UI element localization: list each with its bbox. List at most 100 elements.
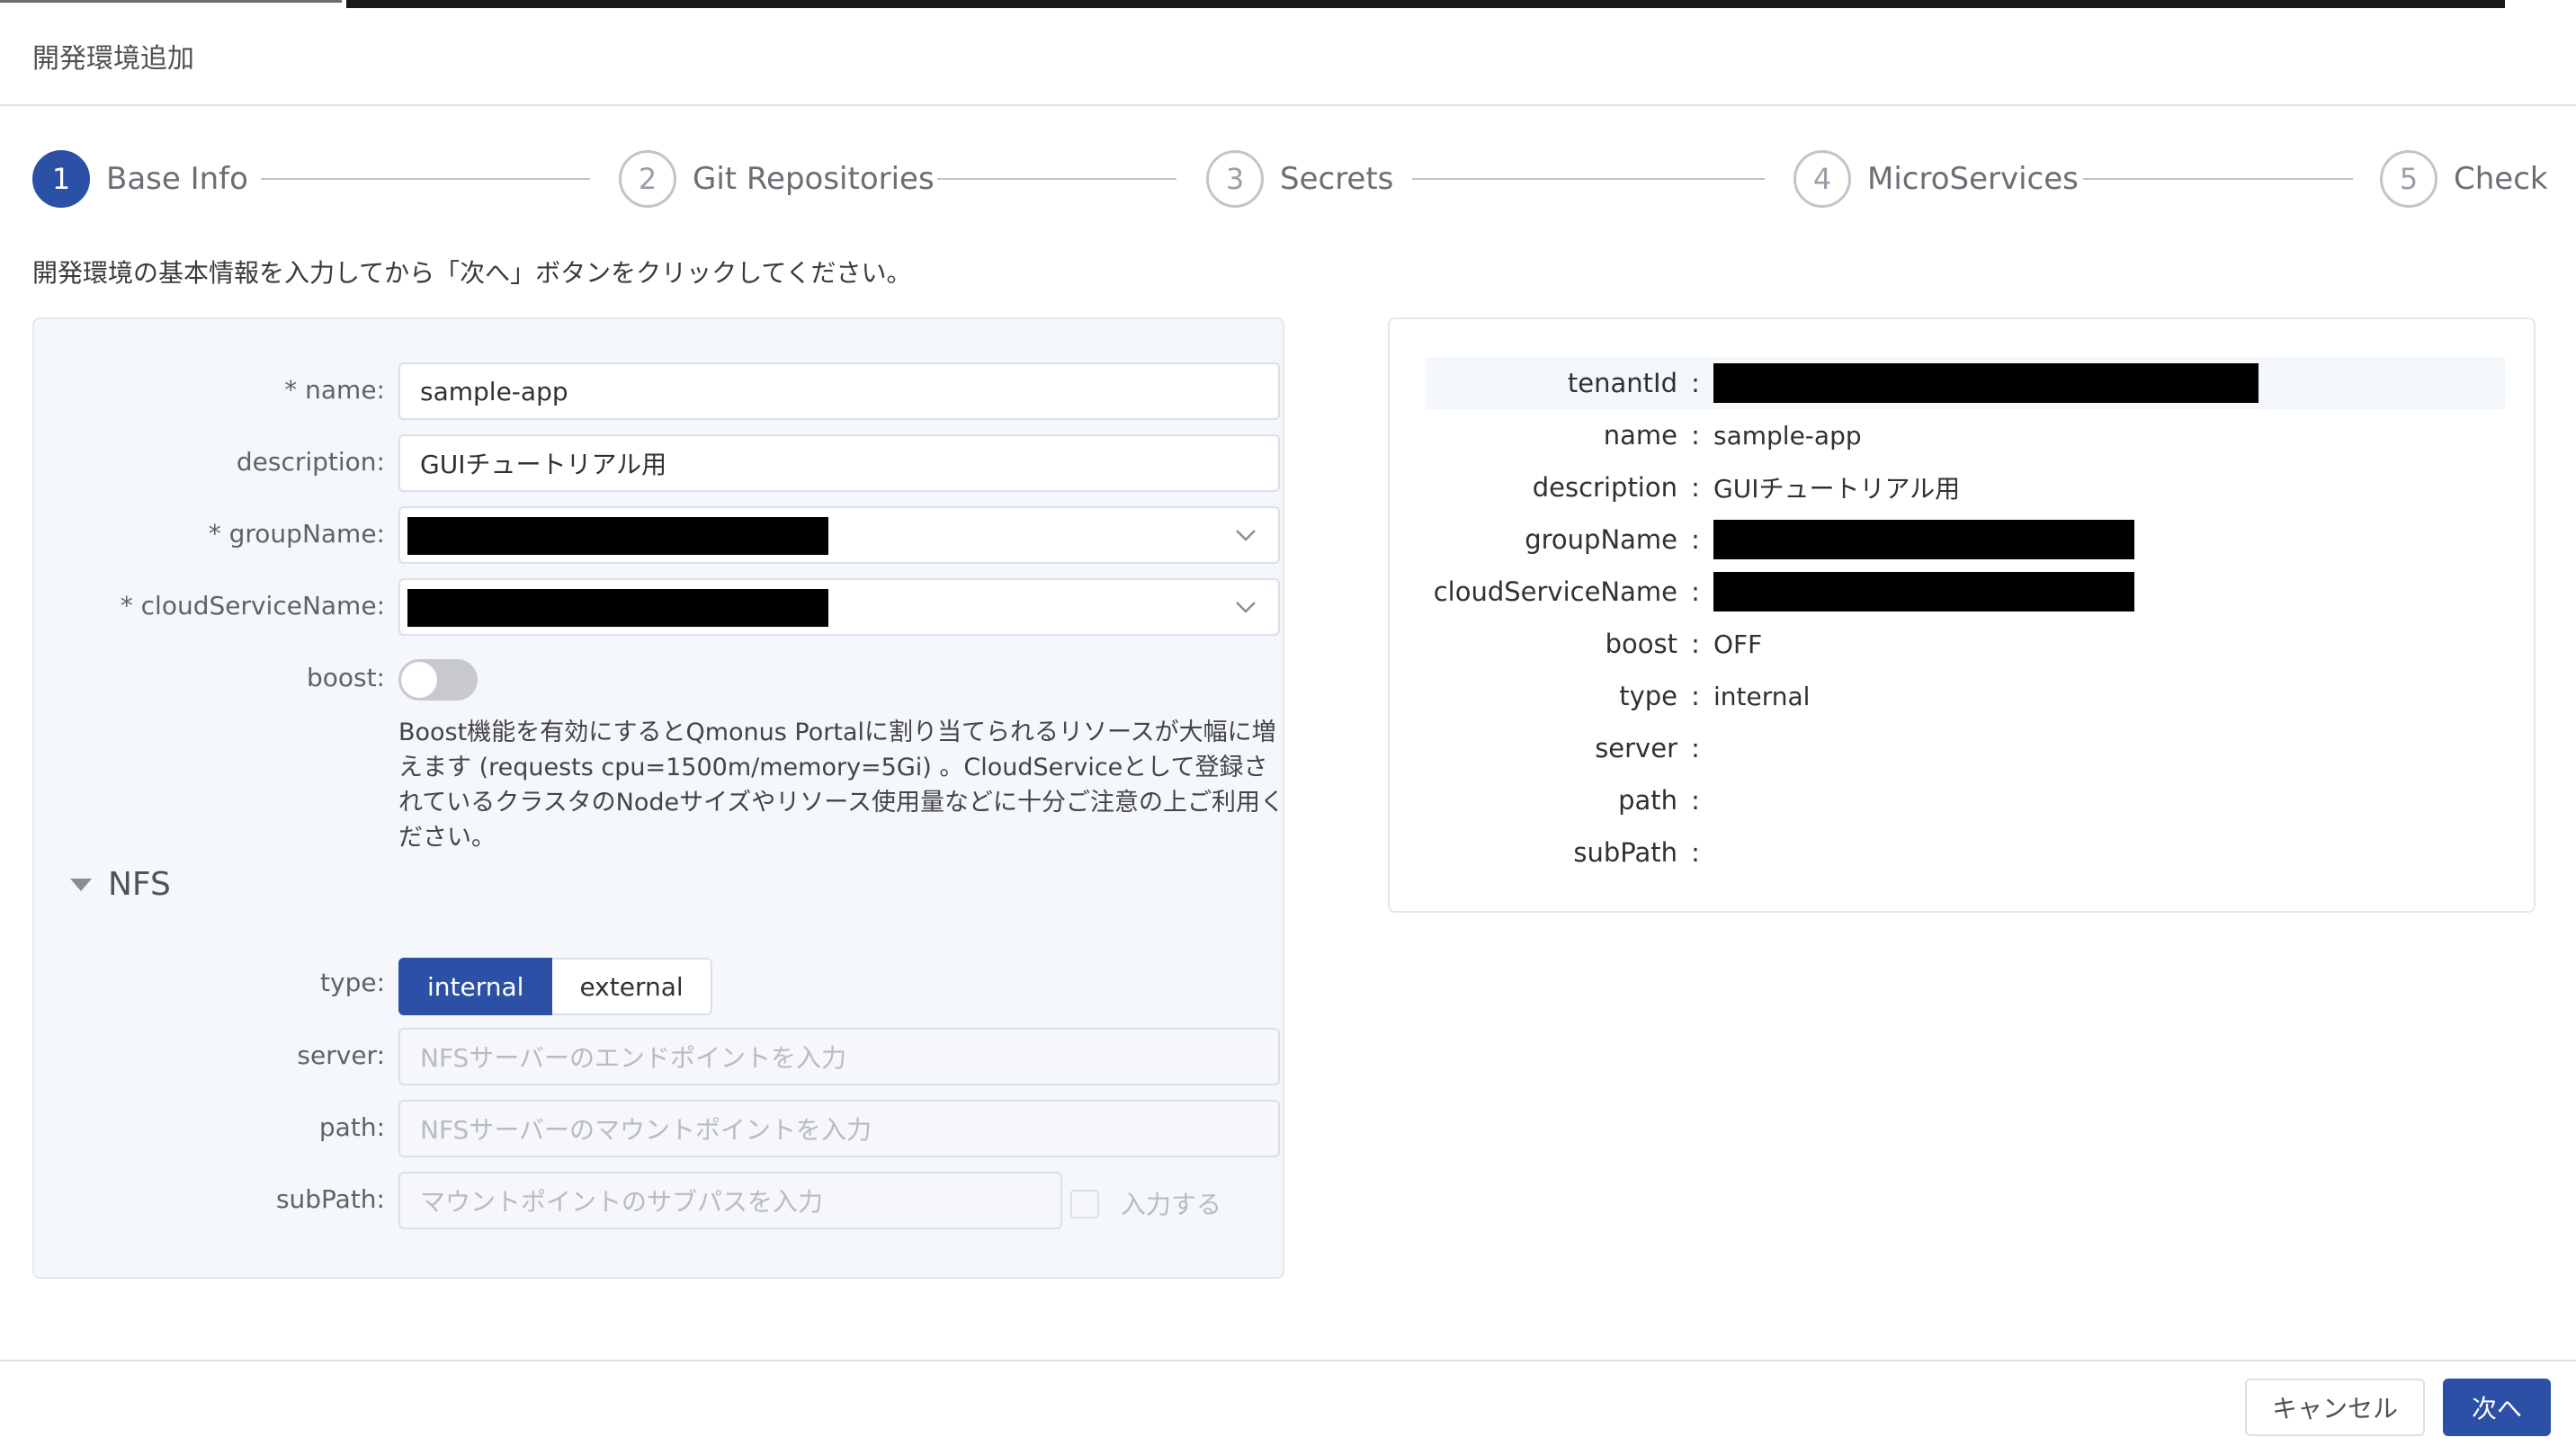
summary-row-boost: boost : OFF <box>1426 618 2505 670</box>
summary-row-server: server : <box>1426 722 2505 774</box>
summary-value: sample-app <box>1713 420 1862 451</box>
step-label: Secrets <box>1280 161 1394 197</box>
step-number: 5 <box>2380 150 2437 208</box>
window-top-strip <box>0 0 2576 8</box>
nfs-subpath-placeholder: マウントポイントのサブパスを入力 <box>420 1187 824 1217</box>
nfs-type-external-button[interactable]: external <box>552 958 712 1015</box>
summary-colon: : <box>1691 576 1700 607</box>
subpath-enable-checkbox[interactable] <box>1070 1190 1099 1218</box>
summary-row-tenant-id: tenantId : <box>1426 357 2505 409</box>
redacted-value <box>407 517 828 555</box>
name-input[interactable]: sample-app <box>398 362 1280 420</box>
summary-colon: : <box>1691 785 1700 816</box>
title-divider <box>0 104 2576 106</box>
nfs-type-label: type: <box>320 968 385 997</box>
step-connector <box>2083 178 2353 180</box>
step-check[interactable]: 5 Check <box>2380 149 2548 209</box>
summary-key: cloudServiceName <box>1433 576 1677 607</box>
summary-colon: : <box>1691 629 1700 659</box>
step-number: 2 <box>619 150 676 208</box>
step-connector <box>261 178 590 180</box>
next-button[interactable]: 次へ <box>2443 1379 2551 1436</box>
footer-divider <box>0 1360 2576 1361</box>
name-input-value: sample-app <box>420 376 568 406</box>
nfs-server-placeholder: NFSサーバーのエンドポイントを入力 <box>420 1043 847 1073</box>
summary-row-group-name: groupName : <box>1426 513 2505 566</box>
nfs-subpath-label: subPath: <box>275 1184 385 1214</box>
boost-toggle[interactable] <box>398 659 478 701</box>
summary-key: name <box>1603 420 1677 451</box>
top-strip-left <box>0 0 342 3</box>
summary-panel: tenantId : name : sample-app description… <box>1388 317 2536 913</box>
summary-value <box>1713 520 2134 559</box>
step-base-info[interactable]: 1 Base Info <box>32 149 248 209</box>
summary-value <box>1713 572 2134 611</box>
step-git-repositories[interactable]: 2 Git Repositories <box>619 149 935 209</box>
summary-colon: : <box>1691 472 1700 503</box>
group-name-label: * groupName: <box>208 519 385 549</box>
summary-colon: : <box>1691 837 1700 868</box>
summary-value: internal <box>1713 681 1811 711</box>
cloud-service-name-label: * cloudServiceName: <box>120 591 385 620</box>
step-label: Check <box>2454 161 2548 197</box>
step-number: 1 <box>32 150 90 208</box>
step-secrets[interactable]: 3 Secrets <box>1206 149 1393 209</box>
chevron-down-icon <box>1236 602 1256 613</box>
step-connector <box>1412 178 1765 180</box>
summary-value: OFF <box>1713 629 1763 659</box>
step-label: Git Repositories <box>693 161 935 197</box>
summary-row-name: name : sample-app <box>1426 409 2505 461</box>
summary-key: tenantId <box>1567 368 1677 398</box>
summary-colon: : <box>1691 420 1700 451</box>
summary-row-description: description : GUIチュートリアル用 <box>1426 461 2505 513</box>
summary-key: type <box>1619 681 1677 711</box>
summary-key: boost <box>1605 629 1677 659</box>
summary-colon: : <box>1691 368 1700 398</box>
summary-key: description <box>1532 472 1677 503</box>
redacted-value <box>1713 572 2134 611</box>
description-input-value: GUIチュートリアル用 <box>420 450 667 479</box>
description-input[interactable]: GUIチュートリアル用 <box>398 434 1280 492</box>
nfs-subpath-input[interactable]: マウントポイントのサブパスを入力 <box>398 1172 1062 1229</box>
step-number: 3 <box>1206 150 1264 208</box>
subpath-checkbox-label: 入力する <box>1121 1190 1222 1219</box>
step-microservices[interactable]: 4 MicroServices <box>1793 149 2079 209</box>
nfs-path-label: path: <box>318 1112 385 1142</box>
summary-row-cloud-service-name: cloudServiceName : <box>1426 566 2505 618</box>
description-label: description: <box>236 447 385 477</box>
nfs-server-label: server: <box>297 1040 385 1070</box>
nfs-title: NFS <box>108 866 171 903</box>
nfs-server-input[interactable]: NFSサーバーのエンドポイントを入力 <box>398 1028 1280 1085</box>
instruction-text: 開発環境の基本情報を入力してから「次へ」ボタンをクリックしてください。 <box>32 258 912 288</box>
summary-colon: : <box>1691 681 1700 711</box>
caret-down-icon <box>70 878 92 891</box>
summary-key: subPath <box>1573 837 1677 868</box>
summary-key: server <box>1595 733 1677 763</box>
toggle-knob <box>401 662 437 698</box>
name-label: * name: <box>284 375 385 405</box>
cancel-button[interactable]: キャンセル <box>2245 1379 2425 1436</box>
redacted-value <box>1713 520 2134 559</box>
summary-row-path: path : <box>1426 774 2505 826</box>
nfs-path-input[interactable]: NFSサーバーのマウントポイントを入力 <box>398 1100 1280 1157</box>
chevron-down-icon <box>1236 530 1256 541</box>
boost-description: Boost機能を有効にするとQmonus Portalに割り当てられるリソースが… <box>398 719 1284 852</box>
base-info-form: * name: sample-app description: GUIチュートリ… <box>32 317 1284 1279</box>
nfs-section-toggle[interactable]: NFS <box>70 866 171 903</box>
step-label: Base Info <box>106 161 248 197</box>
group-name-select[interactable] <box>398 506 1280 564</box>
summary-colon: : <box>1691 524 1700 555</box>
step-label: MicroServices <box>1867 161 2079 197</box>
cloud-service-name-select[interactable] <box>398 578 1280 636</box>
top-strip-dark <box>346 0 2505 8</box>
redacted-value <box>407 589 828 627</box>
summary-row-subpath: subPath : <box>1426 826 2505 879</box>
nfs-path-placeholder: NFSサーバーのマウントポイントを入力 <box>420 1115 872 1145</box>
summary-row-type: type : internal <box>1426 670 2505 722</box>
nfs-type-segmented: internal external <box>398 958 712 1015</box>
redacted-value <box>1713 363 2258 403</box>
nfs-type-internal-button[interactable]: internal <box>398 958 553 1015</box>
step-number: 4 <box>1793 150 1851 208</box>
summary-colon: : <box>1691 733 1700 763</box>
dialog-title: 開発環境追加 <box>32 43 194 75</box>
